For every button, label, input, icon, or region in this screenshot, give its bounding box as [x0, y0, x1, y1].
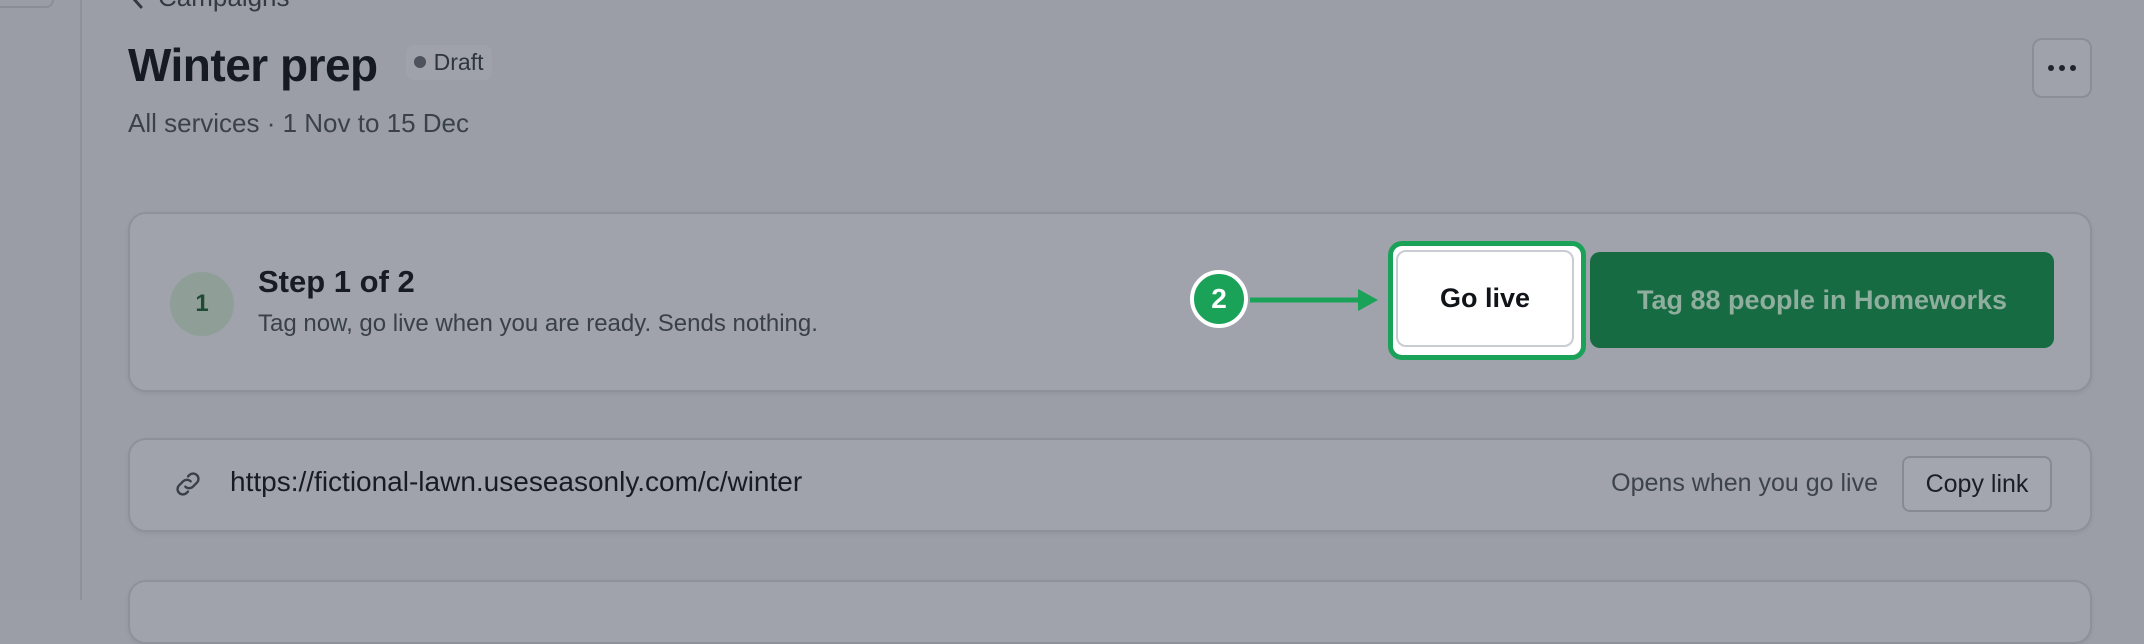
step-title: Step 1 of 2 — [258, 264, 415, 299]
go-live-button[interactable]: Go live — [1396, 250, 1574, 347]
callout-step-marker: 2 — [1190, 270, 1248, 328]
step-number-badge: 1 — [170, 272, 234, 336]
next-card — [128, 580, 2092, 644]
sidebar — [0, 0, 82, 600]
campaign-url: https://fictional-lawn.useseasonly.com/c… — [230, 466, 803, 497]
status-badge: Draft — [405, 44, 492, 80]
status-label: Draft — [433, 48, 484, 75]
back-to-campaigns-link[interactable]: Campaigns — [130, 0, 290, 13]
chevron-left-icon — [130, 0, 144, 9]
share-link-card: https://fictional-lawn.useseasonly.com/c… — [128, 438, 2092, 532]
page-subtitle: All services · 1 Nov to 15 Dec — [128, 108, 470, 138]
page-header: Winter prep Draft — [128, 38, 492, 92]
status-dot — [413, 56, 426, 68]
link-icon — [172, 468, 204, 505]
more-options-button[interactable] — [2032, 38, 2092, 98]
tag-people-button[interactable]: Tag 88 people in Homeworks — [1590, 252, 2054, 348]
back-label: Campaigns — [158, 0, 290, 13]
step-description: Tag now, go live when you are ready. Sen… — [258, 310, 818, 337]
arrow-right-icon — [1250, 289, 1378, 311]
copy-link-button[interactable]: Copy link — [1902, 456, 2052, 512]
more-horizontal-icon — [2048, 65, 2076, 71]
sidebar-toggle[interactable] — [0, 0, 54, 8]
link-availability-note: Opens when you go live — [1611, 469, 1878, 497]
page-title: Winter prep — [128, 39, 378, 91]
